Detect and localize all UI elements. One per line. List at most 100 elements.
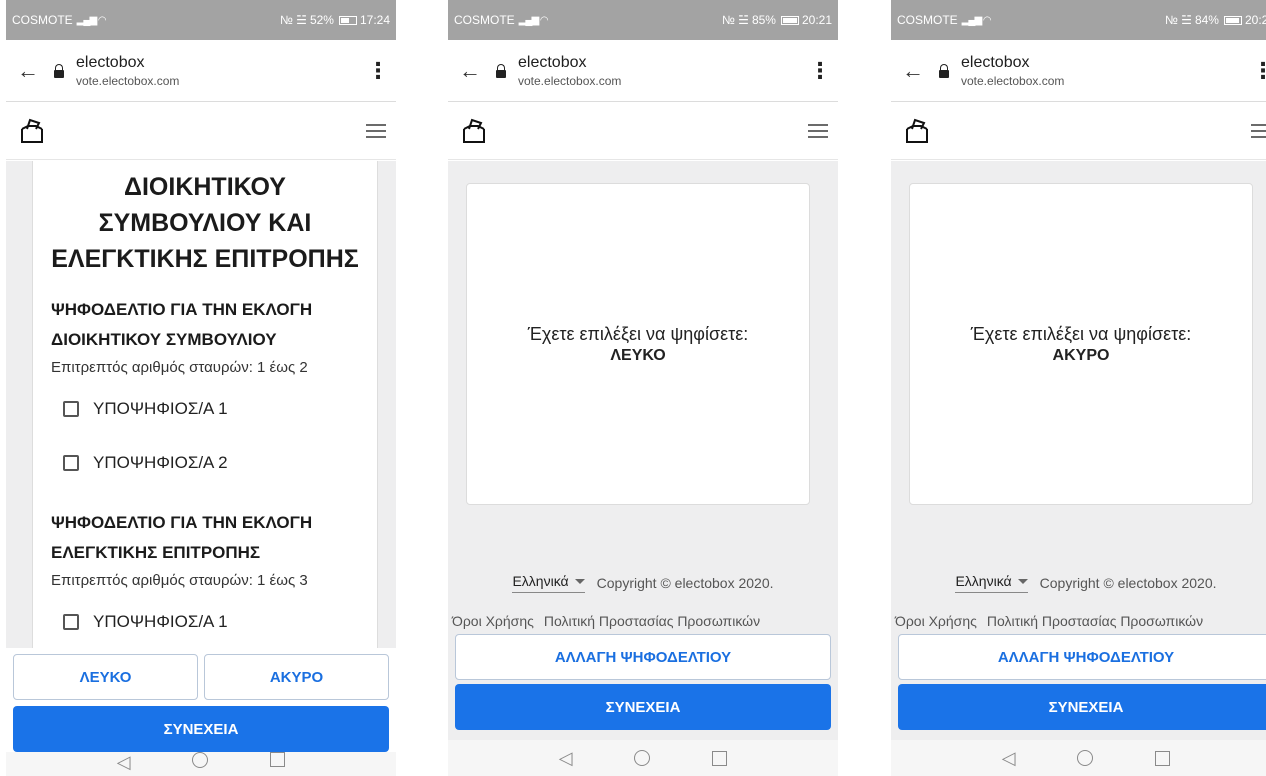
android-nav-bar: ◁ — [891, 740, 1266, 776]
site-title: electobox — [518, 53, 587, 71]
checkbox[interactable] — [63, 401, 79, 417]
battery-icon — [780, 15, 799, 25]
kebab-menu-icon[interactable]: ⋮ — [360, 58, 396, 84]
android-nav-bar: ◁ — [6, 752, 396, 776]
carrier-label: COSMOTE — [454, 13, 515, 27]
change-ballot-button[interactable]: ΑΛΛΑΓΗ ΨΗΦΟΔΕΛΤΙΟΥ — [898, 634, 1266, 680]
chevron-down-icon — [574, 578, 585, 584]
language-label: Ελληνικά — [512, 573, 569, 589]
action-bar: ΑΛΛΑΓΗ ΨΗΦΟΔΕΛΤΙΟΥ ΣΥΝΕΧΕΙΑ — [891, 634, 1266, 740]
ballot-title: ΔΙΟΙΚΗΤΙΚΟΥ ΣΥΜΒΟΥΛΙΟΥ ΚΑΙ ΕΛΕΓΚΤΙΚΗΣ ΕΠ… — [51, 173, 359, 273]
nav-back-icon[interactable]: ◁ — [559, 748, 573, 769]
battery-percent: 85% — [751, 13, 776, 27]
status-bar: COSMOTE ▂▄▆ ◠ № ☱ 85% 20:21 — [448, 0, 838, 40]
kebab-menu-icon[interactable]: ⋮ — [802, 58, 838, 84]
candidate-label: ΥΠΟΨΗΦΙΟΣ/Α 1 — [93, 399, 228, 418]
nav-recents-icon[interactable] — [712, 750, 728, 766]
lock-icon — [939, 63, 949, 78]
action-bar: ΑΛΛΑΓΗ ΨΗΦΟΔΕΛΤΙΟΥ ΣΥΝΕΧΕΙΑ — [448, 634, 838, 740]
chevron-down-icon — [1017, 578, 1028, 584]
battery-percent: 52% — [309, 13, 334, 27]
continue-button[interactable]: ΣΥΝΕΧΕΙΑ — [455, 684, 831, 730]
ballot-box-icon[interactable] — [462, 118, 486, 144]
signal-icon: ▂▄▆ ◠ — [76, 14, 107, 26]
allowed-crosses-audit: Επιτρεπτός αριθμός σταυρών: 1 έως 3 — [51, 572, 308, 589]
copyright-text: Copyright © electobox 2020. — [1039, 575, 1217, 591]
candidate-label: ΥΠΟΨΗΦΙΟΣ/Α 2 — [93, 453, 228, 472]
invalid-vote-button[interactable]: ΑΚΥΡΟ — [204, 654, 389, 700]
footer-row: Ελληνικά Copyright © electobox 2020. — [891, 573, 1266, 593]
lock-icon — [54, 63, 64, 78]
nav-home-icon[interactable] — [634, 750, 651, 766]
language-label: Ελληνικά — [955, 573, 1012, 589]
nav-home-icon[interactable] — [1077, 750, 1094, 766]
browser-toolbar: ← electobox vote.electobox.com ⋮ — [891, 40, 1266, 102]
footer-links: Όροι Χρήσης Πολιτική Προστασίας Προσωπικ… — [448, 613, 838, 629]
status-bar: COSMOTE ▂▄▆ ◠ № ☱ 52% 17:24 — [6, 0, 396, 40]
footer-links: Όροι Χρήσης Πολιτική Προστασίας Προσωπικ… — [891, 613, 1266, 629]
candidate-row[interactable]: ΥΠΟΨΗΦΙΟΣ/Α 1 — [51, 595, 359, 648]
app-header — [891, 102, 1266, 160]
back-arrow-icon[interactable]: ← — [891, 58, 935, 84]
url-display[interactable]: electobox vote.electobox.com — [961, 54, 1245, 88]
carrier-label: COSMOTE — [12, 13, 73, 27]
back-arrow-icon[interactable]: ← — [448, 58, 492, 84]
clock: 17:24 — [359, 13, 390, 27]
change-ballot-button[interactable]: ΑΛΛΑΓΗ ΨΗΦΟΔΕΛΤΙΟΥ — [455, 634, 831, 680]
confirmation-card: Έχετε επιλέξει να ψηφίσετε: ΛΕΥΚΟ — [466, 183, 810, 505]
privacy-link[interactable]: Πολιτική Προστασίας Προσωπικών — [987, 613, 1203, 629]
candidate-row[interactable]: ΥΠΟΨΗΦΙΟΣ/Α 2 — [51, 436, 359, 490]
phone-screen-confirm-invalid: COSMOTE ▂▄▆ ◠ № ☱ 84% 20:22 ← electobox … — [891, 0, 1266, 776]
clock: 20:21 — [801, 13, 832, 27]
carrier-label: COSMOTE — [897, 13, 958, 27]
language-select[interactable]: Ελληνικά — [512, 573, 585, 593]
battery-icon — [1223, 15, 1242, 25]
app-header — [448, 102, 838, 160]
hamburger-icon[interactable] — [366, 123, 386, 138]
terms-link[interactable]: Όροι Χρήσης — [452, 613, 534, 629]
url-display[interactable]: electobox vote.electobox.com — [518, 54, 802, 88]
ballot-box-icon[interactable] — [20, 118, 44, 144]
nav-back-icon[interactable]: ◁ — [1002, 748, 1016, 769]
continue-button[interactable]: ΣΥΝΕΧΕΙΑ — [898, 684, 1266, 730]
language-select[interactable]: Ελληνικά — [955, 573, 1028, 593]
url-display[interactable]: electobox vote.electobox.com — [76, 54, 360, 88]
terms-link[interactable]: Όροι Χρήσης — [895, 613, 977, 629]
battery-percent: 84% — [1194, 13, 1219, 27]
selected-choice: ΑΚΥΡΟ — [1052, 346, 1110, 364]
nav-recents-icon[interactable] — [270, 752, 286, 767]
back-arrow-icon[interactable]: ← — [6, 58, 50, 84]
app-header — [6, 102, 396, 160]
candidate-label: ΥΠΟΨΗΦΙΟΣ/Α 1 — [93, 612, 228, 631]
content-area: ΔΙΟΙΚΗΤΙΚΟΥ ΣΥΜΒΟΥΛΙΟΥ ΚΑΙ ΕΛΕΓΚΤΙΚΗΣ ΕΠ… — [6, 161, 396, 648]
site-title: electobox — [76, 53, 145, 71]
status-icons: № ☱ — [1164, 13, 1192, 27]
action-bar: ΛΕΥΚΟ ΑΚΥΡΟ ΣΥΝΕΧΕΙΑ — [6, 648, 396, 752]
nav-back-icon[interactable]: ◁ — [117, 752, 131, 773]
confirmation-card: Έχετε επιλέξει να ψηφίσετε: ΑΚΥΡΟ — [909, 183, 1253, 505]
confirmation-label: Έχετε επιλέξει να ψηφίσετε: — [527, 323, 749, 344]
browser-toolbar: ← electobox vote.electobox.com ⋮ — [6, 40, 396, 102]
site-url: vote.electobox.com — [518, 73, 622, 88]
blank-vote-button[interactable]: ΛΕΥΚΟ — [13, 654, 198, 700]
phone-screen-ballot: COSMOTE ▂▄▆ ◠ № ☱ 52% 17:24 ← electobox … — [6, 0, 396, 776]
hamburger-icon[interactable] — [808, 123, 828, 138]
status-icons: № ☱ — [279, 13, 307, 27]
candidate-row[interactable]: ΥΠΟΨΗΦΙΟΣ/Α 1 — [51, 382, 359, 436]
nav-home-icon[interactable] — [192, 752, 209, 768]
site-url: vote.electobox.com — [961, 73, 1065, 88]
status-icons: № ☱ — [721, 13, 749, 27]
continue-button[interactable]: ΣΥΝΕΧΕΙΑ — [13, 706, 389, 752]
privacy-link[interactable]: Πολιτική Προστασίας Προσωπικών — [544, 613, 760, 629]
hamburger-icon[interactable] — [1251, 123, 1266, 138]
nav-recents-icon[interactable] — [1155, 750, 1171, 766]
section-title-audit: ΨΗΦΟΔΕΛΤΙΟ ΓΙΑ ΤΗΝ ΕΚΛΟΓΗ ΕΛΕΓΚΤΙΚΗΣ ΕΠΙ… — [51, 513, 313, 562]
site-title: electobox — [961, 53, 1030, 71]
checkbox[interactable] — [63, 455, 79, 471]
ballot-card: ΔΙΟΙΚΗΤΙΚΟΥ ΣΥΜΒΟΥΛΙΟΥ ΚΑΙ ΕΛΕΓΚΤΙΚΗΣ ΕΠ… — [32, 161, 378, 648]
phone-screen-confirm-blank: COSMOTE ▂▄▆ ◠ № ☱ 85% 20:21 ← electobox … — [448, 0, 838, 776]
lock-icon — [496, 63, 506, 78]
kebab-menu-icon[interactable]: ⋮ — [1245, 58, 1266, 84]
checkbox[interactable] — [63, 614, 79, 630]
ballot-box-icon[interactable] — [905, 118, 929, 144]
